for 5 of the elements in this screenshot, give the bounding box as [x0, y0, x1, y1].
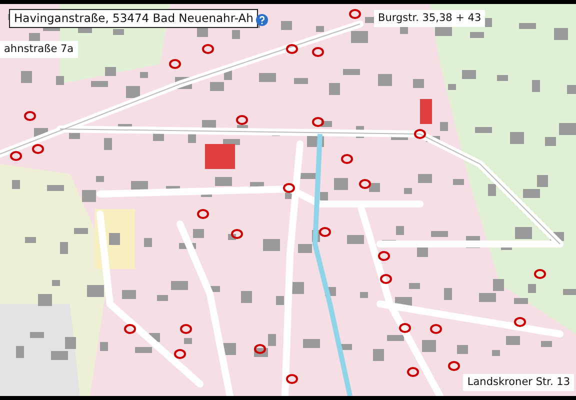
address-label: ahnstraße 7a: [0, 41, 78, 58]
help-icon: [256, 14, 268, 26]
address-label: Havinganstraße, 53474 Bad Neuenahr-Ah: [9, 9, 258, 28]
address-label: Burgstr. 35,38 + 43: [374, 10, 486, 27]
address-label: Landskroner Str. 13: [463, 374, 574, 391]
